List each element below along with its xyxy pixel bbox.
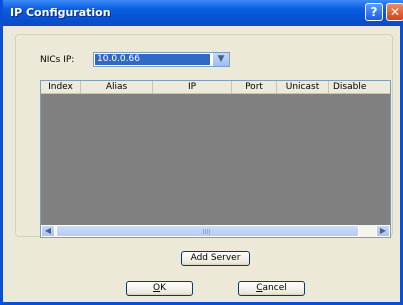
server-list[interactable]: Index Alias IP Port Unicast Disable ◀ ▶ xyxy=(40,80,391,238)
column-disable[interactable]: Disable xyxy=(329,81,390,93)
ip-configuration-dialog: IP Configuration ? ✕ NICs IP: 10.0.0.66 … xyxy=(0,0,403,305)
grip-icon xyxy=(203,229,211,234)
column-alias[interactable]: Alias xyxy=(81,81,153,93)
help-button[interactable]: ? xyxy=(365,3,383,21)
cancel-label-rest: ancel xyxy=(262,283,287,293)
nics-ip-label: NICs IP: xyxy=(40,55,75,65)
ok-button[interactable]: OK xyxy=(126,281,193,296)
column-ip[interactable]: IP xyxy=(153,81,232,93)
horizontal-scrollbar[interactable]: ◀ ▶ xyxy=(41,225,390,237)
title-bar[interactable]: IP Configuration ? ✕ xyxy=(3,0,403,26)
scroll-right-icon[interactable]: ▶ xyxy=(376,225,390,237)
nics-ip-value: 10.0.0.66 xyxy=(95,54,210,65)
list-header: Index Alias IP Port Unicast Disable xyxy=(41,81,390,94)
nics-ip-select[interactable]: 10.0.0.66 ▼ xyxy=(93,52,230,67)
close-button[interactable]: ✕ xyxy=(386,3,403,21)
ok-label-rest: K xyxy=(160,283,166,293)
column-unicast[interactable]: Unicast xyxy=(277,81,329,93)
chevron-down-icon[interactable]: ▼ xyxy=(212,53,229,66)
cancel-button[interactable]: Cancel xyxy=(238,281,305,296)
scrollbar-thumb[interactable] xyxy=(56,225,359,237)
add-server-button[interactable]: Add Server xyxy=(181,251,250,266)
column-port[interactable]: Port xyxy=(232,81,277,93)
window-title: IP Configuration xyxy=(10,6,111,19)
scroll-left-icon[interactable]: ◀ xyxy=(41,225,55,237)
column-index[interactable]: Index xyxy=(41,81,81,93)
